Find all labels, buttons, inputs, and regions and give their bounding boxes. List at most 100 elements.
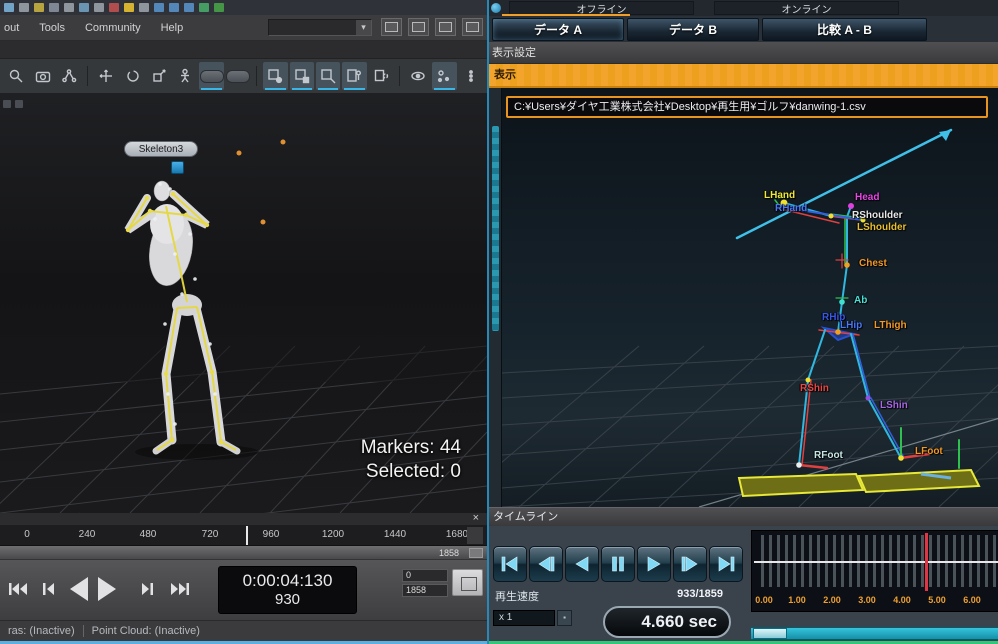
chevron-down-icon[interactable]: ▾ xyxy=(356,20,371,35)
tab-online[interactable]: オンライン xyxy=(714,1,899,15)
tab-offline[interactable]: オフライン xyxy=(509,1,694,15)
markers-count: Markers: 44 xyxy=(361,436,461,460)
move-tool-icon[interactable] xyxy=(94,62,118,90)
timeline-scrollbar[interactable]: 1858 xyxy=(0,546,487,560)
toolbar-icon[interactable] xyxy=(139,3,149,12)
tab-compare-ab[interactable]: 比較 A - B xyxy=(762,18,927,41)
select-skeleton-icon[interactable] xyxy=(342,62,366,90)
select-rigid-body-icon[interactable] xyxy=(369,62,393,90)
toolbar-icon[interactable] xyxy=(4,3,14,12)
close-icon[interactable]: × xyxy=(473,512,479,525)
toolbar-overflow-icon[interactable] xyxy=(459,62,483,90)
toolbar-icon[interactable] xyxy=(109,3,119,12)
time-tick: 0.00 xyxy=(755,595,773,605)
layout-combo-box[interactable]: ▾ xyxy=(268,19,372,36)
toolbar-icon[interactable] xyxy=(94,3,104,12)
range-end-field[interactable]: 1858 xyxy=(402,584,448,597)
skeleton-lock-icon[interactable] xyxy=(171,161,184,174)
next-frame-button[interactable] xyxy=(140,582,154,596)
scale-tool-icon[interactable] xyxy=(147,62,171,90)
menu-community[interactable]: Community xyxy=(83,20,143,36)
selection-mode-pill[interactable] xyxy=(226,62,250,90)
step-forward-button[interactable] xyxy=(673,546,707,582)
selection-mode-pill[interactable] xyxy=(199,62,223,90)
select-assets-icon[interactable] xyxy=(290,62,314,90)
tab-data-a[interactable]: データ A xyxy=(492,18,624,41)
playback-speed-label: 再生速度 xyxy=(495,588,539,604)
left-3d-viewport[interactable]: Skeleton3 Markers: 44 Selected: 0 xyxy=(0,94,487,513)
timeline-scrollbar[interactable] xyxy=(751,627,998,640)
toolbar-icon[interactable] xyxy=(199,3,209,12)
toolbar-icon[interactable] xyxy=(79,3,89,12)
ruler-tick: 1440 xyxy=(384,529,406,540)
playback-controls: 再生速度 x 1 ▪ 933/1859 4.660 sec 0.00 1.00 … xyxy=(489,526,998,641)
menu-layout[interactable]: out xyxy=(2,20,21,36)
step-back-button[interactable] xyxy=(529,546,563,582)
select-markers-icon[interactable] xyxy=(263,62,287,90)
scroll-end-frame: 1858 xyxy=(439,548,459,558)
select-bones-icon[interactable] xyxy=(316,62,340,90)
pause-button[interactable] xyxy=(601,546,635,582)
show-labels-icon[interactable] xyxy=(432,62,456,90)
skeleton-tool-icon[interactable] xyxy=(173,62,197,90)
skip-to-start-button[interactable] xyxy=(8,582,28,596)
zoom-select-icon[interactable] xyxy=(4,62,28,90)
time-ruler[interactable]: 0.00 1.00 2.00 3.00 4.00 5.00 6.00 xyxy=(751,530,998,612)
play-backward-button[interactable] xyxy=(565,546,599,582)
layout-window-buttons xyxy=(381,18,483,36)
playhead[interactable] xyxy=(246,526,248,545)
window-layout-button[interactable] xyxy=(408,18,429,36)
play-button[interactable] xyxy=(96,576,118,602)
timecode-display: 0:00:04:130 930 xyxy=(218,566,357,614)
marker-links-icon[interactable] xyxy=(57,62,81,90)
menu-help[interactable]: Help xyxy=(159,20,186,36)
vertical-scrollbar-handle[interactable] xyxy=(492,126,499,331)
playhead[interactable] xyxy=(925,533,928,591)
menu-tools[interactable]: Tools xyxy=(37,20,67,36)
ruler-end-block xyxy=(467,527,483,544)
skip-to-end-button[interactable] xyxy=(170,582,190,596)
right-3d-viewport[interactable]: LHandRHandHeadRShoulderLShoulderChestAbR… xyxy=(489,88,998,507)
scrollbar-handle[interactable] xyxy=(469,548,483,558)
warning-icon[interactable] xyxy=(124,3,134,12)
toolbar-icon[interactable] xyxy=(154,3,164,12)
csv-file-path-field[interactable]: C:¥Users¥ダイヤ工業株式会社¥Desktop¥再生用¥ゴルフ¥danwi… xyxy=(506,96,988,118)
window-layout-button[interactable] xyxy=(435,18,456,36)
previous-frame-button[interactable] xyxy=(42,582,56,596)
ruler-tick: 240 xyxy=(79,529,96,540)
range-start-field[interactable]: 0 xyxy=(402,569,448,582)
toolbar-icon[interactable] xyxy=(64,3,74,12)
skeleton-joint-label-rshin: RShin xyxy=(800,383,829,394)
toolbar-icon[interactable] xyxy=(169,3,179,12)
ruler-tick: 1680 xyxy=(446,529,468,540)
camera-icon[interactable] xyxy=(30,62,54,90)
playback-speed-select[interactable]: x 1 xyxy=(493,610,555,626)
vertical-scroll-strip[interactable] xyxy=(489,88,502,507)
play-backward-button[interactable] xyxy=(68,576,90,602)
toolbar-icon[interactable] xyxy=(19,3,29,12)
window-layout-button[interactable] xyxy=(381,18,402,36)
skeleton-joint-label-ab: Ab xyxy=(854,295,867,306)
scrollbar-handle[interactable] xyxy=(753,628,787,639)
frame-ruler[interactable]: 0 240 480 720 960 1200 1440 1680 xyxy=(0,525,487,546)
app-icon xyxy=(491,3,501,13)
rotate-tool-icon[interactable] xyxy=(120,62,144,90)
reset-range-button[interactable] xyxy=(452,569,483,596)
toolbar-icon[interactable] xyxy=(184,3,194,12)
skeleton-joint-label-rhand: RHand xyxy=(775,203,807,214)
play-button[interactable] xyxy=(637,546,671,582)
right-playback-app: オフライン オンライン データ A データ B 比較 A - B 表示設定 表示 xyxy=(487,0,998,644)
window-layout-button[interactable] xyxy=(462,18,483,36)
skeleton-name-tag[interactable]: Skeleton3 xyxy=(124,141,198,157)
tab-data-b[interactable]: データ B xyxy=(627,18,759,41)
skip-to-start-button[interactable] xyxy=(493,546,527,582)
scrollbar-track[interactable] xyxy=(751,628,998,639)
toolbar-icon[interactable] xyxy=(49,3,59,12)
visibility-eye-icon[interactable] xyxy=(406,62,430,90)
display-section-bar[interactable]: 表示 xyxy=(489,64,998,88)
toolbar-icon[interactable] xyxy=(214,3,224,12)
time-tick: 1.00 xyxy=(788,595,806,605)
toolbar-icon[interactable] xyxy=(34,3,44,12)
skip-to-end-button[interactable] xyxy=(709,546,743,582)
speed-dropdown-icon[interactable]: ▪ xyxy=(557,610,572,626)
